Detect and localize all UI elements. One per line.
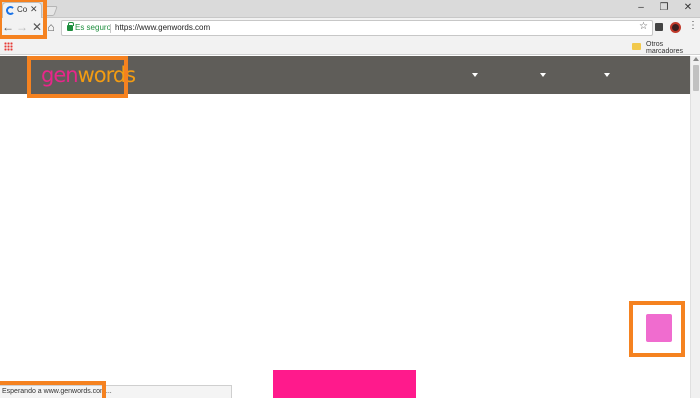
minimize-button[interactable]: – — [634, 2, 648, 13]
browser-window: Co ✕ – ❐ ✕ ← → ✕ ⌂ Es seguro https://www… — [0, 0, 700, 398]
address-bar[interactable]: Es seguro https://www.genwords.com ☆ — [61, 20, 653, 36]
profile-avatar[interactable] — [670, 22, 681, 33]
secure-label: Es seguro — [75, 23, 112, 32]
restore-button[interactable]: ❐ — [657, 2, 671, 13]
web-page: genwords — [0, 56, 700, 398]
omnibox-divider — [110, 24, 111, 33]
folder-icon — [632, 43, 641, 50]
scroll-thumb[interactable] — [693, 65, 699, 91]
other-bookmarks[interactable]: Otros marcadores — [646, 41, 700, 55]
extension-icon[interactable] — [655, 23, 663, 31]
highlight-widget-box — [629, 301, 685, 357]
nav-dropdown-caret-2[interactable] — [540, 73, 546, 77]
nav-dropdown-caret-3[interactable] — [604, 73, 610, 77]
menu-icon[interactable]: ⋮ — [688, 20, 698, 31]
highlight-status-box — [0, 381, 106, 398]
lock-icon — [67, 22, 74, 31]
apps-icon[interactable] — [4, 42, 13, 51]
highlight-logo-box — [27, 56, 128, 98]
tab-strip: Co ✕ – ❐ ✕ — [0, 0, 700, 18]
url-text[interactable]: https://www.genwords.com — [115, 23, 210, 32]
page-scrollbar[interactable] — [690, 56, 700, 398]
window-close-button[interactable]: ✕ — [681, 2, 695, 13]
scroll-up-arrow-icon[interactable] — [693, 57, 699, 61]
star-icon[interactable]: ☆ — [639, 21, 648, 32]
pink-banner[interactable] — [273, 370, 416, 398]
highlight-tab-box — [0, 0, 47, 39]
nav-dropdown-caret-1[interactable] — [472, 73, 478, 77]
bookmarks-bar: Otros marcadores — [0, 38, 700, 55]
